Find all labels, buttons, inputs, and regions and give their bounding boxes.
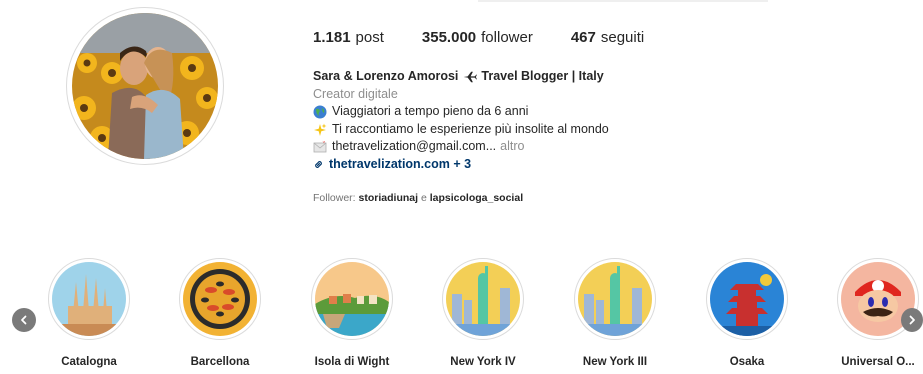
bio-line-2-text: Ti raccontiamo le esperienze più insolit… <box>332 121 609 136</box>
highlight-ring <box>179 258 261 340</box>
bio-line-1: Viaggiatori a tempo pieno da 6 anni <box>313 103 773 121</box>
highlight-barcellona[interactable]: Barcellona <box>165 258 275 368</box>
highlight-label: New York III <box>582 356 648 368</box>
bio-line-3: thetravelization@gmail.com... altro <box>313 138 773 156</box>
globe-emoji-icon <box>313 105 327 119</box>
name-part2: Travel Blogger | Italy <box>481 69 604 83</box>
highlight-ring <box>442 258 524 340</box>
highlight-osaka[interactable]: Osaka <box>692 258 802 368</box>
profile-category: Creator digitale <box>313 86 398 101</box>
highlights-prev-button[interactable] <box>12 308 36 332</box>
profile-full-name: Sara & Lorenzo Amorosi Travel Blogger | … <box>313 68 773 86</box>
following-label: seguiti <box>600 29 645 46</box>
highlight-ring <box>706 258 788 340</box>
top-divider <box>478 0 768 2</box>
chevron-left-icon <box>21 315 27 325</box>
highlight-label: Isola di Wight <box>314 356 390 368</box>
highlight-new-york-iii[interactable]: New York III <box>560 258 670 368</box>
follower-name-2: lapsicologa_social <box>429 192 524 204</box>
airplane-icon <box>463 71 478 83</box>
highlight-ring <box>48 258 130 340</box>
followers-count: 355.000 <box>421 29 477 46</box>
highlight-cover <box>315 262 389 336</box>
highlight-cover <box>578 262 652 336</box>
posts-label: post <box>355 29 384 46</box>
chevron-right-icon <box>909 315 915 325</box>
bio-line-2: Ti raccontiamo le esperienze più insolit… <box>313 121 773 139</box>
sparkles-emoji-icon <box>314 123 327 136</box>
profile-bio: Sara & Lorenzo Amorosi Travel Blogger | … <box>313 68 773 174</box>
followed-by-prefix: Follower: <box>313 192 356 204</box>
posts-count: 1.181 <box>313 29 351 46</box>
highlight-label: Catalogna <box>61 356 117 368</box>
highlight-label: Barcellona <box>190 356 250 368</box>
highlight-cover <box>52 262 126 336</box>
link-icon <box>315 161 322 169</box>
bio-email: thetravelization@gmail.com... <box>332 139 497 154</box>
follower-name-1: storiadiunaj <box>358 192 419 204</box>
website-link[interactable]: thetravelization.com + 3 <box>313 156 773 174</box>
story-highlights: Catalogna Barcellona Isola di Wight New … <box>0 258 923 374</box>
highlight-cover <box>446 262 520 336</box>
following-count: 467 <box>570 29 596 46</box>
envelope-emoji-icon <box>313 140 327 153</box>
highlight-ring <box>574 258 656 340</box>
highlight-isola-di-wight[interactable]: Isola di Wight <box>297 258 407 368</box>
highlight-cover <box>710 262 784 336</box>
more-link[interactable]: altro <box>500 138 524 156</box>
highlight-label: New York IV <box>450 356 516 368</box>
name-part1: Sara & Lorenzo Amorosi <box>313 69 459 83</box>
followers-label: follower <box>481 29 533 46</box>
avatar-photo <box>72 13 218 159</box>
highlight-label: Universal O... <box>841 356 915 368</box>
highlight-new-york-iv[interactable]: New York IV <box>428 258 538 368</box>
profile-stats: 1.181 post 355.000 follower 467 seguiti <box>313 29 644 46</box>
bio-line-1-text: Viaggiatori a tempo pieno da 6 anni <box>332 104 529 119</box>
profile-avatar[interactable] <box>66 7 224 165</box>
followers-stat[interactable]: 355.000 follower <box>422 29 533 46</box>
following-stat[interactable]: 467 seguiti <box>571 29 644 46</box>
highlight-catalogna[interactable]: Catalogna <box>34 258 144 368</box>
highlight-cover <box>183 262 257 336</box>
followed-by[interactable]: Follower: storiadiunaj e lapsicologa_soc… <box>313 192 523 204</box>
highlight-label: Osaka <box>729 356 765 368</box>
followed-by-conj: e <box>420 192 427 204</box>
website-link-text: thetravelization.com + 3 <box>329 156 472 171</box>
highlights-next-button[interactable] <box>901 308 923 332</box>
posts-stat: 1.181 post <box>313 29 384 46</box>
highlight-ring <box>311 258 393 340</box>
